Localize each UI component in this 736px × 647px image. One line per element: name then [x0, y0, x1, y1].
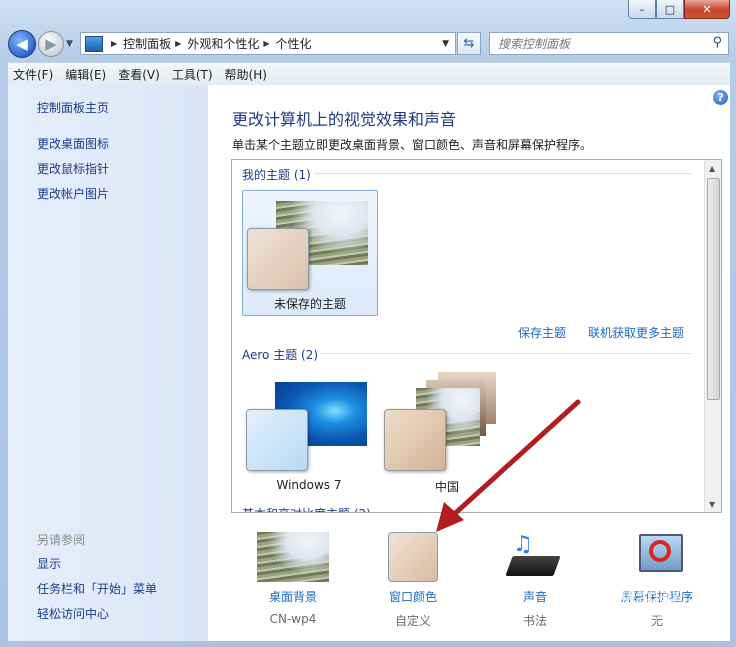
theme-windows7[interactable]: Windows 7 — [242, 372, 376, 496]
search-input[interactable] — [490, 35, 708, 52]
back-button[interactable]: ◀ — [8, 30, 36, 58]
theme-name: 未保存的主题 — [273, 297, 346, 311]
sidebar-link-desktop-icons[interactable]: 更改桌面图标 — [37, 135, 109, 152]
caption-buttons: – □ ✕ — [628, 0, 730, 19]
navigation-buttons: ◀ ▶ ▼ — [8, 30, 73, 58]
page-title: 更改计算机上的视觉效果和声音 — [232, 110, 457, 129]
breadcrumb-control-panel[interactable]: 控制面板 — [123, 35, 171, 52]
section-divider — [320, 353, 692, 354]
main-pane: ? 更改计算机上的视觉效果和声音 单击某个主题立即更改桌面背景、窗口颜色、声音和… — [208, 85, 730, 641]
refresh-button[interactable]: ⇆ — [457, 32, 481, 55]
desktop-background-label[interactable]: 桌面背景 — [248, 588, 338, 605]
section-divider — [314, 173, 692, 174]
window-color-swatch — [247, 228, 309, 290]
control-panel-window: – □ ✕ ◀ ▶ ▼ ▶ 控制面板 ▶ 外观和个性化 ▶ 个性化 ▼ ⇆ ⚲ 文件(… — [0, 0, 736, 647]
minimize-button[interactable]: – — [628, 0, 656, 19]
breadcrumb-arrow-icon[interactable]: ▶ — [175, 39, 181, 48]
scroll-up-icon[interactable]: ▲ — [709, 164, 715, 173]
theme-name: Windows 7 — [276, 478, 342, 492]
breadcrumb-arrow-icon[interactable]: ▶ — [263, 39, 269, 48]
menu-view[interactable]: 查看(V) — [113, 66, 165, 83]
page-subtitle: 单击某个主题立即更改桌面背景、窗口颜色、声音和屏幕保护程序。 — [232, 138, 593, 152]
theme-list-scrollbar[interactable]: ▲ ▼ — [704, 160, 721, 512]
scroll-down-icon[interactable]: ▼ — [709, 500, 715, 509]
see-also-heading: 另请参阅 — [37, 533, 86, 547]
sidebar-link-ease-of-access[interactable]: 轻松访问中心 — [37, 605, 109, 622]
theme-name: 中国 — [434, 480, 459, 494]
forward-button[interactable]: ▶ — [38, 31, 64, 57]
sidebar-link-mouse-pointers[interactable]: 更改鼠标指针 — [37, 160, 109, 177]
desktop-background-value: CN-wp4 — [269, 612, 317, 626]
sidebar-link-display[interactable]: 显示 — [37, 555, 61, 572]
back-arrow-icon: ◀ — [16, 35, 28, 53]
desktop-background-icon — [257, 532, 329, 582]
control-panel-icon — [85, 35, 103, 52]
desktop-background-item[interactable]: 桌面背景 CN-wp4 — [248, 532, 338, 626]
sidebar-link-account-picture[interactable]: 更改帐户图片 — [37, 185, 109, 202]
forward-arrow-icon: ▶ — [45, 35, 57, 53]
watermark-logo: Baidu经验 — [560, 581, 682, 606]
address-dropdown-icon[interactable]: ▼ — [442, 39, 449, 49]
help-icon[interactable]: ? — [713, 90, 728, 105]
theme-list[interactable]: 我的主题 (1) 未保存的主题 保存主题 联机获取更多主题 Aero 主题 (2… — [231, 159, 722, 513]
menu-bar: 文件(F) 编辑(E) 查看(V) 工具(T) 帮助(H) — [8, 62, 730, 86]
menu-edit[interactable]: 编辑(E) — [60, 66, 111, 83]
section-basic-themes: 基本和高对比度主题 (2) — [242, 505, 371, 512]
sidebar: 控制面板主页 更改桌面图标 更改鼠标指针 更改帐户图片 另请参阅 显示 任务栏和… — [8, 85, 208, 641]
menu-tools[interactable]: 工具(T) — [167, 66, 218, 83]
window-color-label[interactable]: 窗口颜色 — [368, 588, 458, 605]
recent-pages-dropdown-icon[interactable]: ▼ — [66, 39, 73, 49]
watermark-url: jingyan.baidu.com — [570, 612, 681, 626]
window-color-value: 自定义 — [394, 614, 431, 628]
search-icon[interactable]: ⚲ — [712, 35, 722, 50]
theme-china[interactable]: 中国 — [380, 372, 514, 496]
window-color-item[interactable]: 窗口颜色 自定义 — [368, 532, 458, 629]
theme-unsaved[interactable]: 未保存的主题 — [242, 190, 378, 316]
close-button[interactable]: ✕ — [684, 0, 730, 19]
sidebar-link-home[interactable]: 控制面板主页 — [37, 99, 109, 116]
section-my-themes: 我的主题 (1) — [242, 168, 311, 182]
sidebar-link-taskbar[interactable]: 任务栏和「开始」菜单 — [37, 580, 157, 597]
menu-help[interactable]: 帮助(H) — [220, 66, 272, 83]
get-more-themes-link[interactable]: 联机获取更多主题 — [588, 324, 684, 341]
window-color-icon — [388, 532, 438, 582]
window-color-swatch — [384, 409, 446, 471]
menu-file[interactable]: 文件(F) — [8, 66, 58, 83]
save-theme-link[interactable]: 保存主题 — [518, 324, 566, 341]
maximize-button[interactable]: □ — [656, 0, 684, 19]
window-color-swatch — [246, 409, 308, 471]
address-bar[interactable]: ▶ 控制面板 ▶ 外观和个性化 ▶ 个性化 ▼ — [80, 32, 456, 55]
sounds-value: 书法 — [522, 614, 547, 628]
breadcrumb-personalization[interactable]: 个性化 — [276, 35, 312, 52]
breadcrumb-appearance[interactable]: 外观和个性化 — [187, 35, 259, 52]
section-aero-themes: Aero 主题 (2) — [242, 348, 319, 362]
search-box[interactable]: ⚲ — [489, 32, 729, 55]
refresh-icon: ⇆ — [463, 36, 475, 51]
breadcrumb-arrow-icon[interactable]: ▶ — [111, 39, 117, 48]
scrollbar-thumb[interactable] — [707, 178, 720, 400]
